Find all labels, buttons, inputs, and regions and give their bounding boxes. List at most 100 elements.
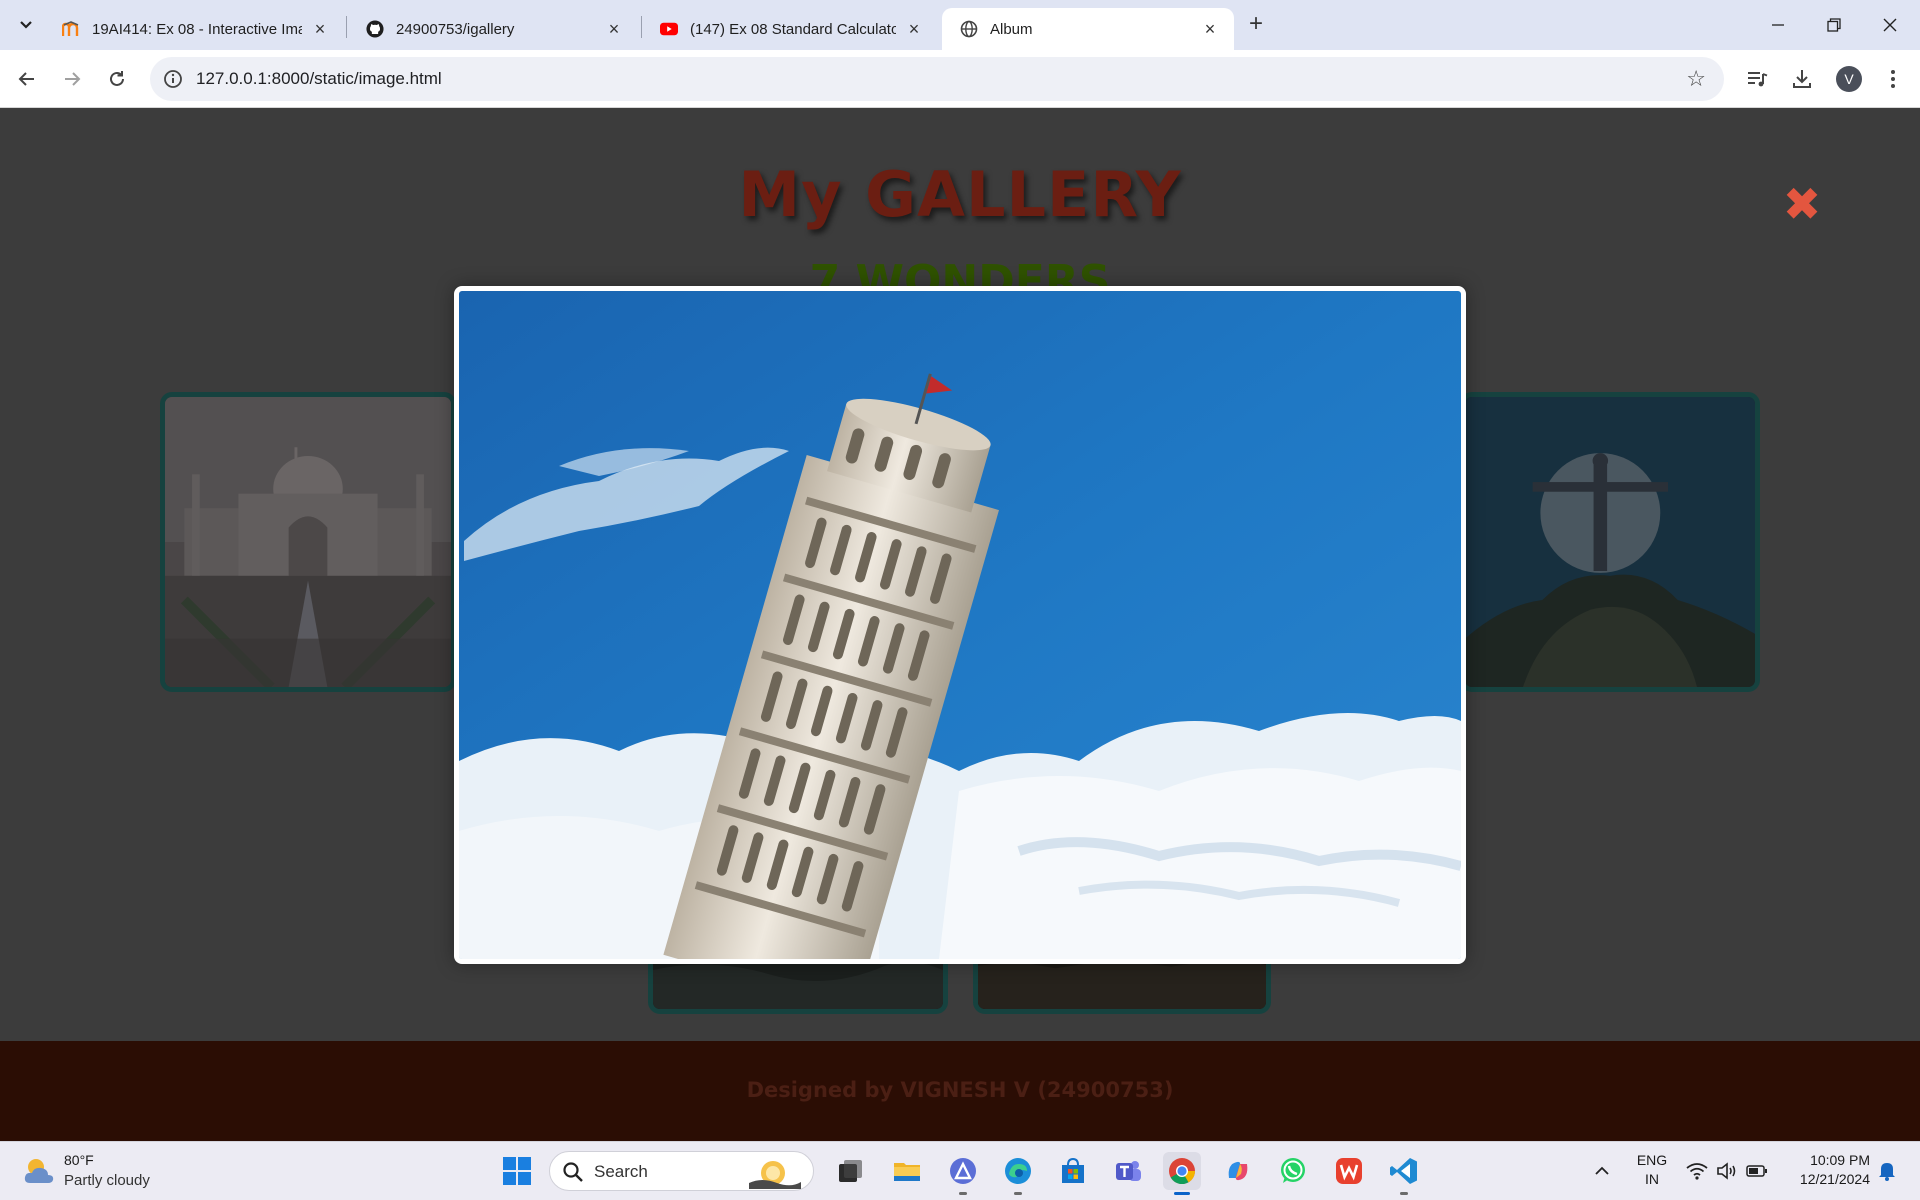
- gallery-card-christ-the-redeemer[interactable]: [1460, 392, 1760, 692]
- taskbar-search[interactable]: Search: [549, 1151, 814, 1191]
- forward-button[interactable]: [55, 62, 89, 96]
- address-bar[interactable]: 127.0.0.1:8000/static/image.html ☆: [150, 57, 1724, 101]
- url-text[interactable]: 127.0.0.1:8000/static/image.html: [196, 69, 442, 89]
- running-indicator: [1014, 1192, 1022, 1195]
- tab-youtube[interactable]: (147) Ex 08 Standard Calculator ×: [642, 8, 938, 50]
- tab-search-button[interactable]: [12, 11, 40, 39]
- christ-the-redeemer-image: [1465, 397, 1755, 687]
- gallery-page: My GALLERY 7 WONDERS ✖ Designed by VIGNE…: [0, 108, 1920, 1141]
- restore-icon: [1827, 18, 1841, 32]
- vscode-icon: [1390, 1158, 1417, 1184]
- tab-title: 19AI414: Ex 08 - Interactive Ima: [92, 20, 302, 38]
- folder-icon: [894, 1163, 920, 1181]
- profile-avatar[interactable]: V: [1836, 66, 1862, 92]
- download-icon: [1793, 70, 1811, 88]
- wifi-status[interactable]: [1685, 1159, 1709, 1183]
- tab-separator: [346, 16, 347, 38]
- search-icon: [563, 1162, 583, 1182]
- moodle-icon: [62, 20, 80, 38]
- close-tab-icon[interactable]: ×: [310, 19, 330, 39]
- browser-tab-strip: 19AI414: Ex 08 - Interactive Ima × 24900…: [0, 0, 1920, 50]
- store-icon: [1062, 1157, 1084, 1183]
- browser-menu-button[interactable]: [1876, 62, 1910, 96]
- github-icon: [366, 20, 384, 38]
- taskbar-clock[interactable]: 10:09 PM 12/21/2024: [1776, 1151, 1870, 1189]
- search-label: Search: [594, 1162, 648, 1181]
- copilot-button[interactable]: [1219, 1152, 1257, 1190]
- chrome-button[interactable]: [1163, 1152, 1201, 1195]
- teams-button[interactable]: [1109, 1152, 1147, 1190]
- wifi-icon: [1686, 1163, 1708, 1180]
- restore-button[interactable]: [1806, 0, 1862, 50]
- whatsapp-icon: [1281, 1158, 1305, 1183]
- language-code: ENG: [1636, 1152, 1668, 1168]
- arrow-right-icon: [65, 72, 81, 86]
- chevron-up-icon: [1595, 1166, 1609, 1175]
- file-explorer-button[interactable]: [888, 1152, 926, 1190]
- volume-status[interactable]: [1715, 1159, 1739, 1183]
- tab-album[interactable]: Album ×: [942, 8, 1234, 50]
- close-gallery-button[interactable]: ✖: [1783, 181, 1822, 227]
- site-info-icon[interactable]: [162, 68, 184, 90]
- arrow-left-icon: [18, 72, 34, 86]
- windows-taskbar: 80°F Partly cloudy Search ENG IN 10:09 P…: [0, 1141, 1920, 1200]
- teams-icon: [1116, 1161, 1141, 1181]
- app-button[interactable]: [944, 1152, 982, 1195]
- whatsapp-button[interactable]: [1274, 1152, 1312, 1190]
- notifications-button[interactable]: [1875, 1159, 1899, 1183]
- running-indicator: [1400, 1192, 1408, 1195]
- minimize-icon: [1772, 24, 1784, 26]
- back-button[interactable]: [10, 62, 44, 96]
- tab-title: 24900753/igallery: [396, 20, 515, 38]
- chrome-icon: [1169, 1158, 1196, 1185]
- close-tab-icon[interactable]: ×: [604, 19, 624, 39]
- edge-icon: [1005, 1158, 1031, 1184]
- window-close-button[interactable]: [1862, 0, 1918, 50]
- input-language[interactable]: ENG IN: [1634, 1151, 1670, 1189]
- playlist-icon: [1748, 72, 1768, 87]
- bookmark-star-icon[interactable]: ☆: [1686, 66, 1706, 92]
- minimize-button[interactable]: [1750, 0, 1806, 50]
- close-tab-icon[interactable]: ×: [904, 19, 924, 39]
- more-vertical-icon: [1891, 70, 1895, 88]
- tab-title: Album: [990, 20, 1033, 38]
- bell-icon: [1879, 1163, 1895, 1181]
- wps-office-icon: [1336, 1158, 1362, 1184]
- speaker-icon: [1717, 1162, 1736, 1180]
- close-tab-icon[interactable]: ×: [1200, 19, 1220, 39]
- task-view-button[interactable]: [831, 1152, 869, 1190]
- vscode-button[interactable]: [1385, 1152, 1423, 1195]
- page-title: My GALLERY: [738, 158, 1182, 231]
- reload-button[interactable]: [100, 62, 134, 96]
- chevron-down-icon: [20, 21, 32, 29]
- globe-icon: [960, 20, 978, 38]
- microsoft-store-button[interactable]: [1054, 1152, 1092, 1190]
- leaning-tower-of-pisa-image: [459, 291, 1461, 959]
- footer-credit: Designed by VIGNESH V (24900753): [746, 1078, 1174, 1102]
- weather-description[interactable]: Partly cloudy: [64, 1172, 150, 1189]
- start-button[interactable]: [498, 1152, 536, 1190]
- lightbox-modal[interactable]: [454, 286, 1466, 964]
- windows-logo-icon: [503, 1157, 531, 1185]
- edge-button[interactable]: [999, 1152, 1037, 1195]
- gallery-card-taj-mahal[interactable]: [160, 392, 456, 692]
- active-indicator: [1174, 1192, 1190, 1195]
- battery-icon: [1746, 1165, 1767, 1177]
- tab-title: (147) Ex 08 Standard Calculator: [690, 20, 896, 38]
- downloads-button[interactable]: [1785, 62, 1819, 96]
- wps-office-button[interactable]: [1330, 1152, 1368, 1190]
- tab-github[interactable]: 24900753/igallery ×: [348, 8, 638, 50]
- new-tab-button[interactable]: +: [1242, 11, 1270, 39]
- taj-mahal-image: [165, 397, 451, 687]
- close-icon: [1883, 18, 1897, 32]
- clock-time: 10:09 PM: [1810, 1152, 1870, 1168]
- copilot-icon: [1228, 1161, 1248, 1181]
- clock-date: 12/21/2024: [1799, 1171, 1870, 1187]
- battery-status[interactable]: [1745, 1159, 1769, 1183]
- task-view-icon: [839, 1160, 862, 1182]
- show-hidden-icons-button[interactable]: [1590, 1159, 1614, 1183]
- partly-cloudy-icon[interactable]: [22, 1155, 56, 1187]
- media-controls-button[interactable]: [1740, 62, 1774, 96]
- weather-temperature[interactable]: 80°F: [64, 1152, 94, 1168]
- tab-moodle[interactable]: 19AI414: Ex 08 - Interactive Ima ×: [44, 8, 344, 50]
